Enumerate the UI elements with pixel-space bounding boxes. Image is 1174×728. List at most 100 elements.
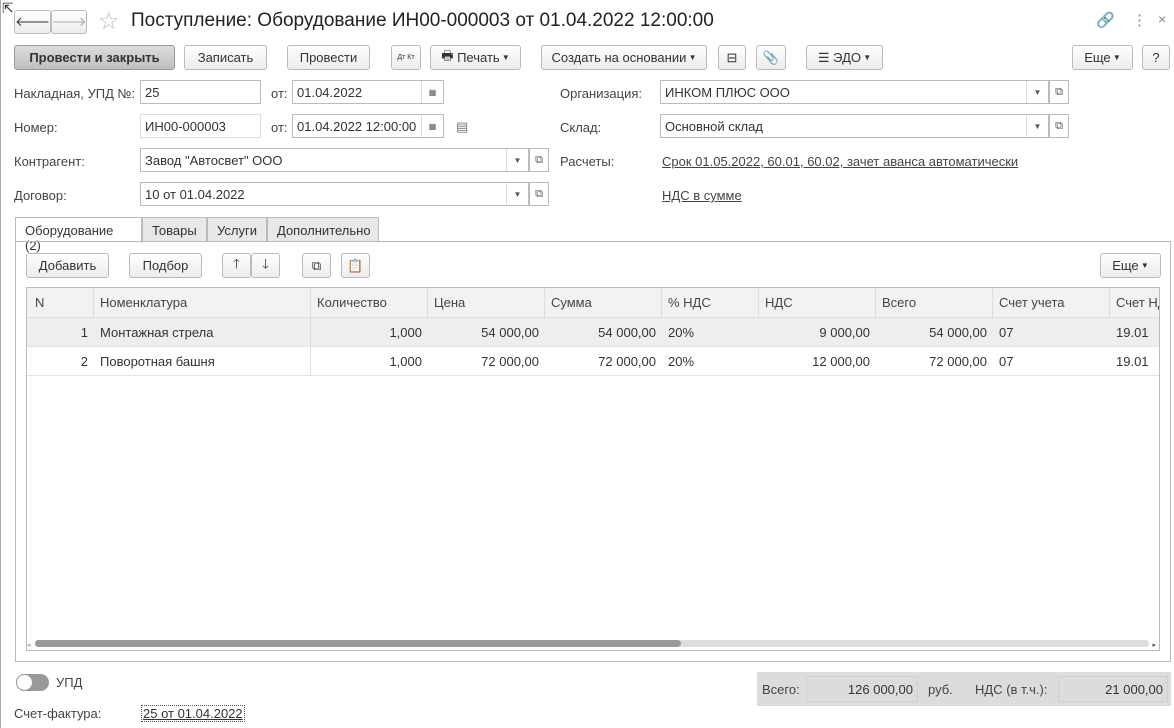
edo-button[interactable]: ☰ ЭДО ▼ <box>806 45 883 70</box>
cell-price: 54 000,00 <box>481 325 539 340</box>
save-button[interactable]: Записать <box>184 45 267 70</box>
settlements-link[interactable]: Срок 01.05.2022, 60.01, 60.02, зачет ава… <box>662 154 1018 169</box>
close-icon[interactable]: × <box>1158 11 1166 27</box>
arrow-up-icon: 🡑 <box>233 255 240 271</box>
calendar-icon[interactable]: ▦ <box>421 115 443 137</box>
open-icon[interactable]: ⧉ <box>529 182 549 206</box>
cell-vat-account: 19.01 <box>1116 325 1149 340</box>
tab-goods[interactable]: Товары <box>142 217 207 242</box>
more-menu-icon[interactable]: ⋮ <box>1132 11 1147 29</box>
column-header-sum[interactable]: Сумма <box>545 288 662 317</box>
horizontal-scrollbar[interactable] <box>35 640 1149 647</box>
currency-label: руб. <box>928 682 953 697</box>
table-header: N Номенклатура Количество Цена Сумма% НДС НДС… <box>27 288 1159 318</box>
paste-button[interactable]: 📋 <box>341 253 370 278</box>
attach-button[interactable]: 📎 <box>756 45 786 70</box>
copy-icon: ⧉ <box>311 257 322 273</box>
chevron-down-icon[interactable]: ▼ <box>1026 115 1048 137</box>
contract-input[interactable]: 10 от 01.04.2022 ▼ <box>140 182 529 206</box>
invoice-doc-link[interactable]: 25 от 01.04.2022 <box>141 705 245 722</box>
calendar-icon[interactable]: ▦ <box>421 81 443 103</box>
table-row[interactable]: 1 Монтажная стрела 1,000 54 000,00 54 000,00… <box>27 318 1159 347</box>
print-label: Печать <box>457 50 500 65</box>
chevron-down-icon: ▼ <box>499 53 510 62</box>
column-header-name[interactable]: Номенклатура <box>94 288 311 317</box>
favorite-star-icon[interactable]: ☆ <box>98 7 120 36</box>
edo-label: ЭДО <box>833 50 861 65</box>
table-more-button[interactable]: Еще ▼ <box>1100 253 1161 278</box>
link-icon[interactable]: 🔗 <box>1096 11 1115 29</box>
column-header-vat-rate[interactable]: % НДС <box>662 288 759 317</box>
settlements-label: Расчеты: <box>560 154 615 169</box>
page-title: Поступление: Оборудование ИН00-000003 от… <box>131 10 714 31</box>
cell-vat-rate: 20% <box>668 325 695 340</box>
counterparty-label: Контрагент: <box>14 154 85 169</box>
cell-price: 72 000,00 <box>481 354 539 369</box>
upd-label: УПД <box>56 675 83 690</box>
comment-icon[interactable]: ▤ <box>456 119 468 135</box>
post-and-close-button[interactable]: Провести и закрыть <box>14 45 175 70</box>
tab-services[interactable]: Услуги <box>207 217 267 242</box>
column-header-price[interactable]: Цена <box>428 288 545 317</box>
open-icon[interactable]: ⧉ <box>1049 114 1069 138</box>
cell-vat-rate: 20% <box>668 354 695 369</box>
dt-kt-button[interactable]: Дт Кт <box>391 45 421 70</box>
help-button[interactable]: ? <box>1142 45 1170 70</box>
back-button[interactable]: 🡐 <box>14 10 51 34</box>
add-button[interactable]: Добавить <box>26 253 109 278</box>
cell-total: 54 000,00 <box>929 325 987 340</box>
scroll-left-icon[interactable]: ◂ <box>27 641 31 649</box>
printer-icon: 🖶 <box>441 47 458 63</box>
upd-toggle[interactable] <box>16 674 49 691</box>
chevron-down-icon[interactable]: ▼ <box>1026 81 1048 103</box>
chevron-down-icon[interactable]: ▼ <box>506 183 528 205</box>
counterparty-input[interactable]: Завод "Автосвет" ООО ▼ <box>140 148 529 172</box>
open-icon[interactable]: ⧉ <box>529 148 549 172</box>
table-row[interactable]: 2 Поворотная башня 1,000 72 000,00 72 000,00… <box>27 347 1159 376</box>
number-input[interactable]: ИН00-000003 <box>140 114 261 138</box>
invoice-date-value: 01.04.2022 <box>297 84 363 100</box>
invoice-number-input[interactable]: 25 <box>140 80 261 104</box>
column-header-n[interactable]: N <box>27 288 94 317</box>
create-based-button[interactable]: Создать на основании ▼ <box>541 45 707 70</box>
print-button[interactable]: 🖶 Печать ▼ <box>430 45 521 70</box>
column-header-vat[interactable]: НДС <box>759 288 876 317</box>
chevron-down-icon: ▼ <box>1138 261 1149 270</box>
column-header-total[interactable]: Всего <box>876 288 993 317</box>
chevron-down-icon[interactable]: ▼ <box>506 149 528 171</box>
number-date-input[interactable]: 01.04.2022 12:00:00 ▦ <box>292 114 444 138</box>
move-down-button[interactable]: 🡓 <box>251 253 280 278</box>
cell-account: 07 <box>999 325 1014 340</box>
tab-additional[interactable]: Дополнительно <box>267 217 379 242</box>
chevron-down-icon: ▼ <box>1110 53 1121 62</box>
vat-link[interactable]: НДС в сумме <box>662 188 742 203</box>
organization-input[interactable]: ИНКОМ ПЛЮС ООО ▼ <box>660 80 1049 104</box>
table-more-label: Еще <box>1112 258 1139 273</box>
chevron-down-icon: ▼ <box>860 53 872 62</box>
column-header-qty[interactable]: Количество <box>311 288 428 317</box>
edo-icon: ☰ <box>817 49 834 65</box>
number-label: Номер: <box>14 120 58 135</box>
invoice-date-input[interactable]: 01.04.2022 ▦ <box>292 80 444 104</box>
structure-icon: ⊟ <box>726 49 738 65</box>
post-button[interactable]: Провести <box>287 45 370 70</box>
organization-value: ИНКОМ ПЛЮС ООО <box>665 84 790 100</box>
cell-account: 07 <box>999 354 1014 369</box>
tab-equipment[interactable]: Оборудование (2) <box>15 217 142 253</box>
scroll-right-icon[interactable]: ▸ <box>1152 641 1156 649</box>
move-up-button[interactable]: 🡑 <box>222 253 251 278</box>
copy-button[interactable]: ⧉ <box>302 253 331 278</box>
warehouse-label: Склад: <box>560 120 602 135</box>
scrollbar-thumb[interactable] <box>35 640 682 647</box>
structure-button[interactable]: ⊟ <box>718 45 746 70</box>
column-header-vat-account[interactable]: Счет НДС <box>1110 288 1159 317</box>
open-icon[interactable]: ⧉ <box>1049 80 1069 104</box>
column-header-account[interactable]: Счет учета <box>993 288 1110 317</box>
cell-qty: 1,000 <box>389 354 422 369</box>
more-button[interactable]: Еще ▼ <box>1072 45 1133 70</box>
select-button[interactable]: Подбор <box>129 253 202 278</box>
chevron-down-icon: ▼ <box>686 53 697 62</box>
warehouse-input[interactable]: Основной склад ▼ <box>660 114 1049 138</box>
forward-button[interactable]: 🡒 <box>51 10 87 34</box>
contract-value: 10 от 01.04.2022 <box>145 186 245 202</box>
